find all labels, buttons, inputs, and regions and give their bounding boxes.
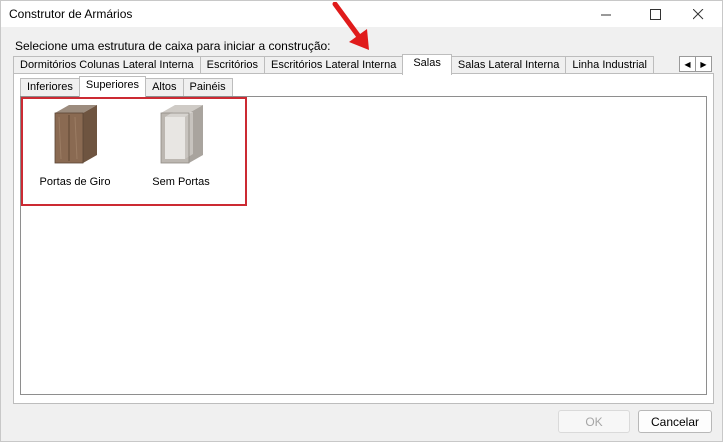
minimize-button[interactable] [583,1,629,27]
tab-inferiores[interactable]: Inferiores [20,78,80,96]
ok-button[interactable]: OK [558,410,630,433]
window-title: Construtor de Armários [9,7,133,21]
minimize-icon [600,14,611,15]
tab-escritorios[interactable]: Escritórios [199,56,265,74]
sub-tab-strip: Inferiores Superiores Altos Painéis [20,76,233,97]
maximize-button[interactable] [632,1,678,27]
dialog-window: Construtor de Armários Selecione uma est… [0,0,723,442]
tab-scroll-left-button[interactable]: ◀ [679,56,696,72]
tab-superiores[interactable]: Superiores [78,76,147,97]
tab-salas-lateral-interna[interactable]: Salas Lateral Interna [450,56,567,74]
tab-linha-industrial[interactable]: Linha Industrial [565,56,654,74]
close-icon [692,8,703,19]
tab-salas[interactable]: Salas [402,54,452,75]
instruction-text: Selecione uma estrutura de caixa para in… [15,39,331,53]
cancel-button[interactable]: Cancelar [638,410,712,433]
tab-paineis[interactable]: Painéis [182,78,233,96]
tab-altos[interactable]: Altos [145,78,184,96]
close-button[interactable] [675,1,721,27]
tab-scroll-buttons: ◀ ▶ [679,56,712,72]
maximize-icon [649,8,661,20]
red-arrow-annotation [332,2,369,50]
tab-dormitorios-colunas-lateral-interna[interactable]: Dormitórios Colunas Lateral Interna [13,56,201,74]
highlight-box [21,97,247,206]
tab-scroll-right-button[interactable]: ▶ [695,56,712,72]
